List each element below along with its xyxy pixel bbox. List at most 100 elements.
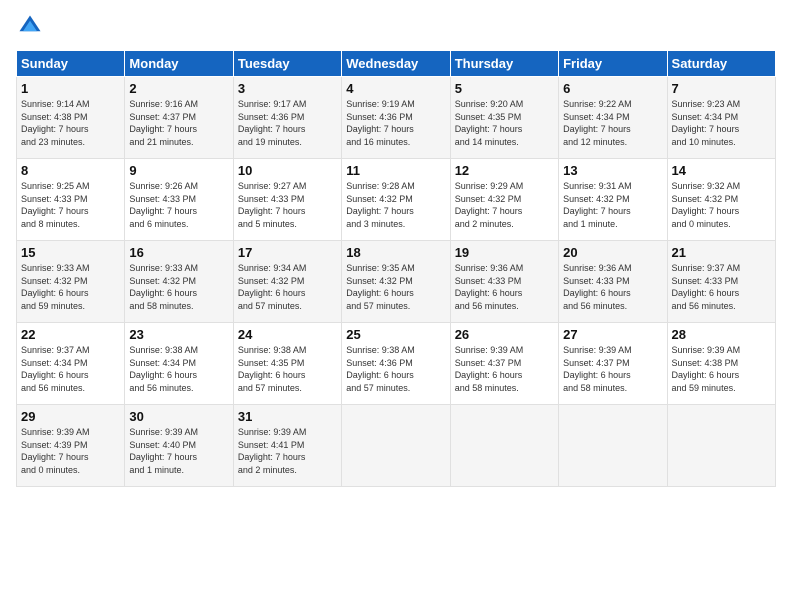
day-number: 31	[238, 409, 337, 424]
day-number: 10	[238, 163, 337, 178]
calendar-week-row: 1 Sunrise: 9:14 AMSunset: 4:38 PMDaylight…	[17, 77, 776, 159]
day-number: 19	[455, 245, 554, 260]
calendar-cell: 21 Sunrise: 9:37 AMSunset: 4:33 PMDayligh…	[667, 241, 775, 323]
calendar-cell: 29 Sunrise: 9:39 AMSunset: 4:39 PMDayligh…	[17, 405, 125, 487]
day-number: 25	[346, 327, 445, 342]
day-number: 18	[346, 245, 445, 260]
day-number: 23	[129, 327, 228, 342]
calendar-cell: 26 Sunrise: 9:39 AMSunset: 4:37 PMDayligh…	[450, 323, 558, 405]
day-number: 4	[346, 81, 445, 96]
cell-info: Sunrise: 9:35 AMSunset: 4:32 PMDaylight:…	[346, 262, 445, 312]
calendar-cell	[667, 405, 775, 487]
calendar-cell: 3 Sunrise: 9:17 AMSunset: 4:36 PMDaylight…	[233, 77, 341, 159]
weekday-header: Thursday	[450, 51, 558, 77]
cell-info: Sunrise: 9:29 AMSunset: 4:32 PMDaylight:…	[455, 180, 554, 230]
day-number: 28	[672, 327, 771, 342]
calendar-cell: 28 Sunrise: 9:39 AMSunset: 4:38 PMDayligh…	[667, 323, 775, 405]
day-number: 22	[21, 327, 120, 342]
day-number: 3	[238, 81, 337, 96]
day-number: 15	[21, 245, 120, 260]
calendar-cell: 23 Sunrise: 9:38 AMSunset: 4:34 PMDayligh…	[125, 323, 233, 405]
day-number: 27	[563, 327, 662, 342]
calendar-cell: 27 Sunrise: 9:39 AMSunset: 4:37 PMDayligh…	[559, 323, 667, 405]
calendar-cell: 4 Sunrise: 9:19 AMSunset: 4:36 PMDaylight…	[342, 77, 450, 159]
cell-info: Sunrise: 9:39 AMSunset: 4:39 PMDaylight:…	[21, 426, 120, 476]
calendar-cell: 7Sunrise: 9:23 AMSunset: 4:34 PMDaylight…	[667, 77, 775, 159]
day-number: 17	[238, 245, 337, 260]
day-number: 13	[563, 163, 662, 178]
calendar-cell: 18 Sunrise: 9:35 AMSunset: 4:32 PMDayligh…	[342, 241, 450, 323]
cell-info: Sunrise: 9:19 AMSunset: 4:36 PMDaylight:…	[346, 98, 445, 148]
calendar-cell: 15 Sunrise: 9:33 AMSunset: 4:32 PMDayligh…	[17, 241, 125, 323]
day-number: 16	[129, 245, 228, 260]
calendar-cell	[559, 405, 667, 487]
cell-info: Sunrise: 9:36 AMSunset: 4:33 PMDaylight:…	[455, 262, 554, 312]
day-number: 21	[672, 245, 771, 260]
calendar-cell: 10Sunrise: 9:27 AMSunset: 4:33 PMDayligh…	[233, 159, 341, 241]
calendar-week-row: 15 Sunrise: 9:33 AMSunset: 4:32 PMDayligh…	[17, 241, 776, 323]
calendar-cell: 30 Sunrise: 9:39 AMSunset: 4:40 PMDayligh…	[125, 405, 233, 487]
day-number: 29	[21, 409, 120, 424]
calendar-week-row: 29 Sunrise: 9:39 AMSunset: 4:39 PMDayligh…	[17, 405, 776, 487]
cell-info: Sunrise: 9:39 AMSunset: 4:40 PMDaylight:…	[129, 426, 228, 476]
day-number: 30	[129, 409, 228, 424]
cell-info: Sunrise: 9:39 AMSunset: 4:41 PMDaylight:…	[238, 426, 337, 476]
calendar-cell: 20Sunrise: 9:36 AMSunset: 4:33 PMDayligh…	[559, 241, 667, 323]
cell-info: Sunrise: 9:17 AMSunset: 4:36 PMDaylight:…	[238, 98, 337, 148]
cell-info: Sunrise: 9:32 AMSunset: 4:32 PMDaylight:…	[672, 180, 771, 230]
cell-info: Sunrise: 9:39 AMSunset: 4:37 PMDaylight:…	[455, 344, 554, 394]
calendar-cell: 24Sunrise: 9:38 AMSunset: 4:35 PMDayligh…	[233, 323, 341, 405]
calendar-cell: 19 Sunrise: 9:36 AMSunset: 4:33 PMDayligh…	[450, 241, 558, 323]
calendar-cell: 9Sunrise: 9:26 AMSunset: 4:33 PMDaylight…	[125, 159, 233, 241]
calendar-cell: 2Sunrise: 9:16 AMSunset: 4:37 PMDaylight…	[125, 77, 233, 159]
day-number: 2	[129, 81, 228, 96]
cell-info: Sunrise: 9:37 AMSunset: 4:33 PMDaylight:…	[672, 262, 771, 312]
weekday-header: Tuesday	[233, 51, 341, 77]
logo-icon	[16, 12, 44, 40]
cell-info: Sunrise: 9:28 AMSunset: 4:32 PMDaylight:…	[346, 180, 445, 230]
calendar-table: SundayMondayTuesdayWednesdayThursdayFrid…	[16, 50, 776, 487]
calendar-cell	[342, 405, 450, 487]
cell-info: Sunrise: 9:26 AMSunset: 4:33 PMDaylight:…	[129, 180, 228, 230]
day-number: 14	[672, 163, 771, 178]
page-container: SundayMondayTuesdayWednesdayThursdayFrid…	[0, 0, 792, 495]
day-number: 26	[455, 327, 554, 342]
cell-info: Sunrise: 9:38 AMSunset: 4:36 PMDaylight:…	[346, 344, 445, 394]
calendar-cell: 8Sunrise: 9:25 AMSunset: 4:33 PMDaylight…	[17, 159, 125, 241]
cell-info: Sunrise: 9:33 AMSunset: 4:32 PMDaylight:…	[21, 262, 120, 312]
day-number: 5	[455, 81, 554, 96]
cell-info: Sunrise: 9:33 AMSunset: 4:32 PMDaylight:…	[129, 262, 228, 312]
calendar-week-row: 8Sunrise: 9:25 AMSunset: 4:33 PMDaylight…	[17, 159, 776, 241]
calendar-cell: 16 Sunrise: 9:33 AMSunset: 4:32 PMDayligh…	[125, 241, 233, 323]
cell-info: Sunrise: 9:14 AMSunset: 4:38 PMDaylight:…	[21, 98, 120, 148]
day-number: 12	[455, 163, 554, 178]
calendar-cell	[450, 405, 558, 487]
day-number: 24	[238, 327, 337, 342]
cell-info: Sunrise: 9:38 AMSunset: 4:34 PMDaylight:…	[129, 344, 228, 394]
calendar-cell: 12 Sunrise: 9:29 AMSunset: 4:32 PMDayligh…	[450, 159, 558, 241]
calendar-cell: 6Sunrise: 9:22 AMSunset: 4:34 PMDaylight…	[559, 77, 667, 159]
calendar-cell: 25 Sunrise: 9:38 AMSunset: 4:36 PMDayligh…	[342, 323, 450, 405]
cell-info: Sunrise: 9:23 AMSunset: 4:34 PMDaylight:…	[672, 98, 771, 148]
weekday-header: Sunday	[17, 51, 125, 77]
day-number: 8	[21, 163, 120, 178]
calendar-header: SundayMondayTuesdayWednesdayThursdayFrid…	[17, 51, 776, 77]
calendar-week-row: 22 Sunrise: 9:37 AMSunset: 4:34 PMDayligh…	[17, 323, 776, 405]
calendar-cell: 1 Sunrise: 9:14 AMSunset: 4:38 PMDaylight…	[17, 77, 125, 159]
calendar-cell: 22 Sunrise: 9:37 AMSunset: 4:34 PMDayligh…	[17, 323, 125, 405]
calendar-cell: 17Sunrise: 9:34 AMSunset: 4:32 PMDayligh…	[233, 241, 341, 323]
cell-info: Sunrise: 9:37 AMSunset: 4:34 PMDaylight:…	[21, 344, 120, 394]
cell-info: Sunrise: 9:36 AMSunset: 4:33 PMDaylight:…	[563, 262, 662, 312]
logo	[16, 12, 48, 40]
day-number: 1	[21, 81, 120, 96]
cell-info: Sunrise: 9:22 AMSunset: 4:34 PMDaylight:…	[563, 98, 662, 148]
calendar-cell: 11 Sunrise: 9:28 AMSunset: 4:32 PMDayligh…	[342, 159, 450, 241]
cell-info: Sunrise: 9:39 AMSunset: 4:38 PMDaylight:…	[672, 344, 771, 394]
day-number: 11	[346, 163, 445, 178]
weekday-header: Friday	[559, 51, 667, 77]
weekday-header: Wednesday	[342, 51, 450, 77]
calendar-cell: 14 Sunrise: 9:32 AMSunset: 4:32 PMDayligh…	[667, 159, 775, 241]
cell-info: Sunrise: 9:20 AMSunset: 4:35 PMDaylight:…	[455, 98, 554, 148]
weekday-header: Monday	[125, 51, 233, 77]
cell-info: Sunrise: 9:39 AMSunset: 4:37 PMDaylight:…	[563, 344, 662, 394]
